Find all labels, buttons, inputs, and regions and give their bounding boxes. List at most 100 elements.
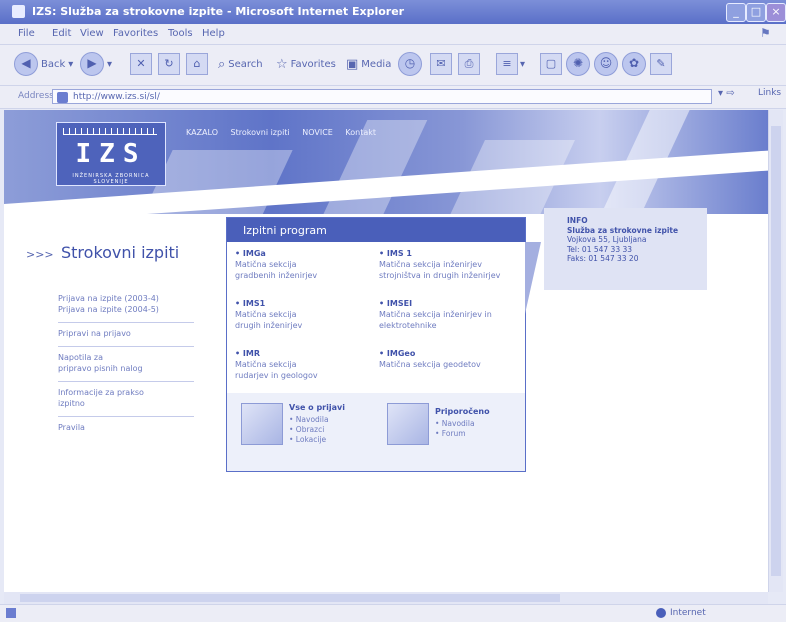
sidenav-link[interactable]: Prijava na izpite (2004-5): [58, 304, 194, 315]
menu-edit[interactable]: Edit: [52, 28, 71, 39]
program-code: • IMS 1: [379, 249, 412, 258]
program-desc: elektrotehnike: [379, 321, 437, 330]
back-button[interactable]: ◀ Back ▾: [14, 52, 73, 76]
sidenav-link[interactable]: Informacije za prakso: [58, 387, 194, 398]
logo-subtitle: INŽENIRSKA ZBORNICA SLOVENIJE: [72, 173, 150, 185]
program-item[interactable]: • IMSEI Matična sekcija inženirjev in el…: [379, 298, 519, 331]
favorites-button[interactable]: ☆ Favorites: [276, 52, 336, 76]
program-item[interactable]: • IMGa Matična sekcija gradbenih inženir…: [235, 248, 365, 281]
horizontal-scrollbar[interactable]: [4, 592, 768, 604]
footer-link[interactable]: • Obrazci: [289, 425, 324, 435]
messenger-button[interactable]: ☺: [594, 52, 618, 76]
search-icon: ⌕: [218, 56, 226, 72]
top-navigation: KAZALO Strokovni izpiti NOVICE Kontakt: [186, 128, 386, 137]
sidenav-link[interactable]: Pravila: [58, 422, 194, 433]
home-icon: ⌂: [186, 53, 208, 75]
ruler-graphic: [63, 128, 157, 135]
menu-view[interactable]: View: [80, 28, 104, 39]
footer-title[interactable]: Priporočeno: [435, 407, 490, 416]
zone-label: Internet: [670, 608, 706, 618]
info-line: Tel: 01 547 33 33: [567, 244, 633, 254]
windows-logo-icon: ⚑: [760, 26, 771, 40]
extra-button-1[interactable]: ✿: [622, 52, 646, 76]
program-code: • IMS1: [235, 299, 266, 308]
panel-footer: Vse o prijavi • Navodila • Obrazci • Lok…: [227, 393, 525, 471]
minimize-button[interactable]: _: [726, 3, 746, 22]
edit-button[interactable]: ≡ ▾: [496, 52, 525, 76]
sidenav-group: Napotila za pripravo pisnih nalog: [58, 347, 194, 382]
back-label: Back: [41, 58, 66, 70]
close-button[interactable]: ×: [766, 3, 786, 22]
scroll-thumb[interactable]: [20, 594, 560, 602]
discuss-button[interactable]: ▢: [540, 52, 562, 76]
go-button[interactable]: ▾ ⇨ Go: [718, 88, 735, 99]
print-button[interactable]: ⎙: [458, 52, 480, 76]
sidenav-link[interactable]: Napotila za: [58, 352, 194, 363]
messenger-icon: ☺: [594, 52, 618, 76]
refresh-icon: ↻: [158, 53, 180, 75]
sidenav-link[interactable]: Prijava na izpite (2003-4): [58, 293, 194, 304]
extra-button-2[interactable]: ✎: [650, 52, 672, 76]
browser-window: IZS: Služba za strokovne izpite - Micros…: [0, 0, 786, 622]
title-bar: IZS: Služba za strokovne izpite - Micros…: [0, 0, 786, 24]
history-button[interactable]: ◷: [398, 52, 422, 76]
search-button[interactable]: ⌕ Search: [218, 52, 263, 76]
program-desc: strojništva in drugih inženirjev: [379, 271, 501, 280]
program-item[interactable]: • IMS 1 Matična sekcija inženirjev stroj…: [379, 248, 519, 281]
menu-help[interactable]: Help: [202, 28, 225, 39]
status-bar: Internet: [0, 604, 786, 622]
topnav-novice[interactable]: NOVICE: [302, 128, 333, 137]
page-status-icon: [6, 608, 16, 618]
refresh-button[interactable]: ↻: [158, 52, 180, 76]
menu-file[interactable]: File: [18, 28, 35, 39]
sidenav-group: Prijava na izpite (2003-4) Prijava na iz…: [58, 288, 194, 323]
topnav-strokovni-izpiti[interactable]: Strokovni izpiti: [231, 128, 290, 137]
mail-button[interactable]: ✉: [430, 52, 452, 76]
home-button[interactable]: ⌂: [186, 52, 208, 76]
mail-icon: ✉: [430, 53, 452, 75]
media-button[interactable]: ▣ Media: [346, 52, 391, 76]
footer-title[interactable]: Vse o prijavi: [289, 403, 345, 412]
sidenav-link[interactable]: pripravo pisnih nalog: [58, 363, 194, 374]
tool-icon: ✿: [622, 52, 646, 76]
panel-header: Izpitni program: [227, 218, 525, 242]
sidenav-link[interactable]: Pripravi na prijavo: [58, 328, 194, 339]
title-arrow-icon: >>>: [26, 248, 54, 261]
footer-link[interactable]: • Forum: [435, 429, 466, 439]
program-item[interactable]: • IMS1 Matična sekcija drugih inženirjev: [235, 298, 365, 331]
header-banner: IZS INŽENIRSKA ZBORNICA SLOVENIJE KAZALO…: [4, 110, 768, 214]
scroll-thumb[interactable]: [771, 126, 781, 576]
research-button[interactable]: ✺: [566, 52, 590, 76]
wrench-icon: ✎: [650, 53, 672, 75]
menu-favorites[interactable]: Favorites: [113, 28, 158, 39]
forward-button[interactable]: ▶ ▾: [80, 52, 112, 76]
recommended-thumbnail[interactable]: [387, 403, 429, 445]
stop-button[interactable]: ✕: [130, 52, 152, 76]
program-desc: Matična sekcija inženirjev: [379, 260, 482, 269]
registration-thumbnail[interactable]: [241, 403, 283, 445]
footer-link[interactable]: • Navodila: [435, 419, 475, 429]
exam-program-panel: Izpitni program • IMGa Matična sekcija g…: [226, 217, 541, 472]
menu-tools[interactable]: Tools: [168, 28, 193, 39]
sidenav-link[interactable]: izpitno: [58, 398, 194, 409]
address-field[interactable]: http://www.izs.si/sl/: [52, 89, 712, 104]
topnav-kontakt[interactable]: Kontakt: [345, 128, 376, 137]
globe-icon: ✺: [566, 52, 590, 76]
vertical-scrollbar[interactable]: [768, 110, 783, 592]
address-bar: Address http://www.izs.si/sl/ ▾ ⇨ Go Lin…: [0, 86, 786, 109]
maximize-button[interactable]: □: [746, 3, 766, 22]
program-desc: Matična sekcija geodetov: [379, 360, 481, 369]
discuss-icon: ▢: [540, 53, 562, 75]
links-label[interactable]: Links: [758, 88, 781, 98]
footer-link[interactable]: • Lokacije: [289, 435, 326, 445]
program-item[interactable]: • IMGeo Matična sekcija geodetov: [379, 348, 519, 370]
ie-icon: [12, 5, 25, 18]
edit-icon: ≡: [496, 53, 518, 75]
topnav-kazalo[interactable]: KAZALO: [186, 128, 218, 137]
program-item[interactable]: • IMR Matična sekcija rudarjev in geolog…: [235, 348, 365, 381]
footer-link[interactable]: • Navodila: [289, 415, 329, 425]
favorites-label: Favorites: [290, 58, 336, 70]
left-navigation: Prijava na izpite (2003-4) Prijava na iz…: [58, 288, 194, 440]
program-desc: drugih inženirjev: [235, 321, 303, 330]
izs-logo[interactable]: IZS INŽENIRSKA ZBORNICA SLOVENIJE: [56, 122, 166, 186]
